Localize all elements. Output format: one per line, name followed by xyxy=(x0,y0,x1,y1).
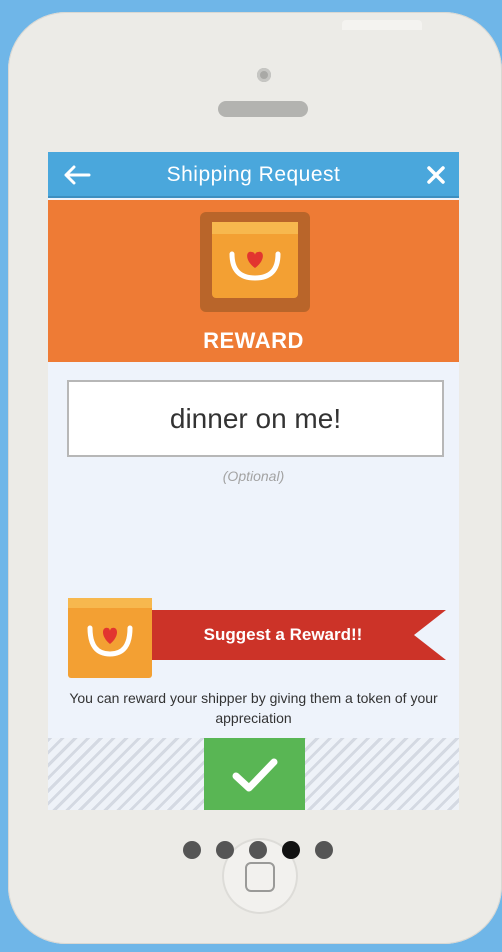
home-square-icon xyxy=(245,862,275,892)
optional-label: (Optional) xyxy=(222,468,285,484)
close-icon[interactable] xyxy=(421,160,451,190)
page-dot[interactable] xyxy=(315,841,333,859)
suggest-reward-button[interactable]: Suggest a Reward!! xyxy=(152,610,414,660)
page-indicator xyxy=(183,841,343,859)
page-dot[interactable] xyxy=(249,841,267,859)
hint-text: You can reward your shipper by giving th… xyxy=(69,690,438,726)
speaker-grille xyxy=(218,101,308,117)
gift-bag-heart-icon xyxy=(66,598,154,678)
gift-bag-heart-icon xyxy=(200,212,310,312)
page-dot-active[interactable] xyxy=(282,841,300,859)
navbar: Shipping Request xyxy=(48,152,459,198)
reward-title: REWARD xyxy=(203,328,304,353)
checkmark-icon xyxy=(232,758,277,792)
reward-input[interactable] xyxy=(67,380,444,457)
arrow-left-icon[interactable] xyxy=(62,160,92,190)
power-button xyxy=(342,20,422,30)
app-screen: Shipping Request REWARD (Optional) xyxy=(48,152,459,810)
confirm-button[interactable] xyxy=(204,738,305,810)
page-dot[interactable] xyxy=(216,841,234,859)
page-title: Shipping Request xyxy=(166,163,341,186)
page-dot[interactable] xyxy=(183,841,201,859)
camera-icon xyxy=(257,68,271,82)
reward-banner: REWARD xyxy=(48,200,459,362)
